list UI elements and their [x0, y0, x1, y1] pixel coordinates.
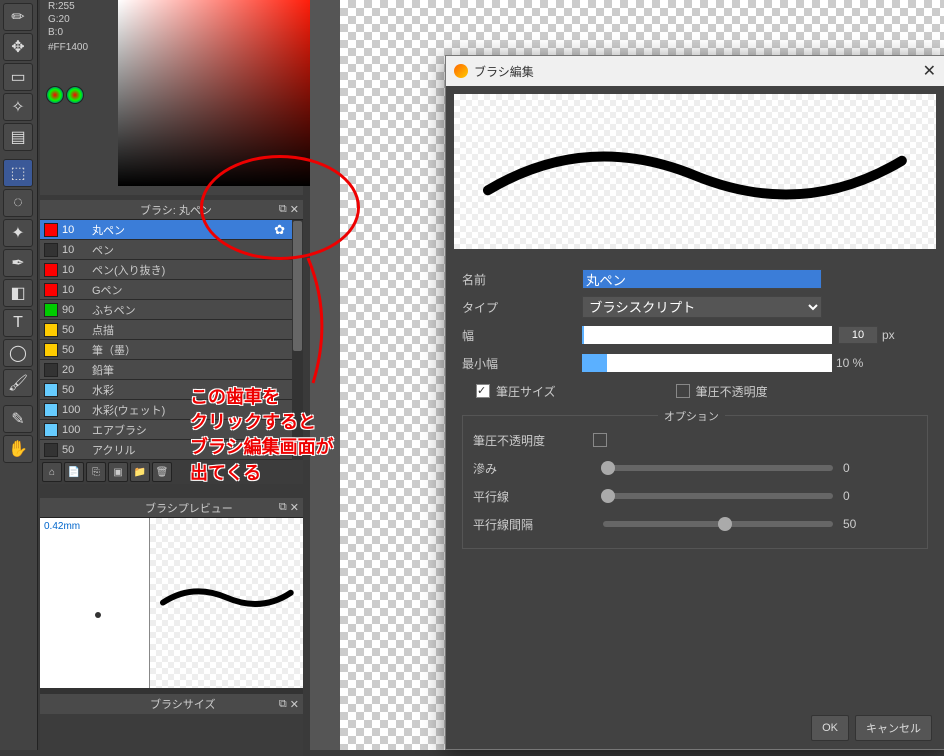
width-unit: px [882, 328, 895, 342]
dialog-titlebar[interactable]: ブラシ編集 ✕ [446, 56, 944, 86]
interval-slider[interactable] [603, 521, 833, 527]
parallel-slider[interactable] [603, 493, 833, 499]
interval-label: 平行線間隔 [473, 516, 593, 533]
move-tool-icon[interactable]: ✥ [3, 33, 33, 61]
name-input[interactable] [582, 269, 822, 289]
brush-list-item[interactable]: 50点描 [40, 320, 303, 340]
popout-icon[interactable]: ⧉ [279, 203, 287, 216]
brush-tool-icon[interactable]: ✏ [3, 3, 33, 31]
rect-tool-icon[interactable]: ▭ [3, 63, 33, 91]
minwidth-label: 最小幅 [462, 355, 582, 372]
ok-button[interactable]: OK [811, 715, 849, 741]
lasso-tool-icon[interactable]: ◌ [3, 189, 33, 217]
minwidth-value: 10 % [836, 356, 863, 370]
opt-pressure-opacity-label: 筆圧不透明度 [473, 432, 593, 449]
brush-list-item[interactable]: 20鉛筆 [40, 360, 303, 380]
hex-readout: #FF1400 [48, 42, 88, 53]
hand-tool-icon[interactable]: ✋ [3, 435, 33, 463]
interval-value: 50 [843, 517, 856, 531]
preview-body: 0.42mm [40, 518, 303, 688]
options-legend: オプション [658, 408, 725, 424]
parallel-value: 0 [843, 489, 850, 503]
preview-dot [95, 612, 101, 618]
gear-icon[interactable]: ✿ [274, 222, 285, 238]
preview-header: ブラシプレビュー ⧉ ✕ [40, 498, 303, 518]
home-icon[interactable]: ⌂ [42, 462, 62, 482]
parallel-label: 平行線 [473, 488, 593, 505]
dialog-close-icon[interactable]: ✕ [923, 61, 936, 81]
popout-icon[interactable]: ⧉ [279, 698, 287, 711]
pressure-opacity-checkbox[interactable] [676, 384, 690, 398]
color-picker[interactable] [118, 0, 318, 186]
eraser-tool-icon[interactable]: ◧ [3, 279, 33, 307]
brush2-tool-icon[interactable]: 🖌 [3, 369, 33, 397]
opt-pressure-opacity-checkbox[interactable] [593, 433, 607, 447]
app-logo-icon [454, 64, 468, 78]
annotation-arrow [298, 258, 348, 388]
annotation-text: この歯車を クリックすると ブラシ編集画面が 出てくる [190, 385, 334, 486]
pressure-size-label: 筆圧サイズ [496, 383, 556, 400]
brush-list-item[interactable]: 10ペン(入り抜き) [40, 260, 303, 280]
group-icon[interactable]: ▣ [108, 462, 128, 482]
cancel-button[interactable]: キャンセル [855, 715, 932, 741]
shape-tool-icon[interactable]: ◯ [3, 339, 33, 367]
width-label: 幅 [462, 327, 582, 344]
brush-panel-header: ブラシ: 丸ペン ⧉ ✕ [40, 200, 303, 220]
brush-size-header: ブラシサイズ ⧉ ✕ [40, 694, 303, 714]
brush-list-item[interactable]: 10ペン [40, 240, 303, 260]
dup-icon[interactable]: ⎘ [86, 462, 106, 482]
rgb-readout: R:255 G:20 B:0 [48, 0, 75, 39]
close-icon[interactable]: ✕ [290, 203, 299, 216]
palette-icon-2[interactable] [66, 86, 84, 104]
tool-toolbar: ✏ ✥ ▭ ✧ ▤ ⬚ ◌ ✦ ✒ ◧ T ◯ 🖌 ✎ ✋ [0, 0, 38, 750]
new-icon[interactable]: 📄 [64, 462, 84, 482]
width-slider[interactable] [582, 326, 832, 344]
pressure-size-checkbox[interactable] [476, 384, 490, 398]
folder-icon[interactable]: 📁 [130, 462, 150, 482]
wand-tool-icon[interactable]: ✦ [3, 219, 33, 247]
bleed-value: 0 [843, 461, 850, 475]
eyedropper-tool-icon[interactable]: ✎ [3, 405, 33, 433]
pressure-opacity-label: 筆圧不透明度 [696, 383, 768, 400]
color-panel: R:255 G:20 B:0 #FF1400 [40, 0, 303, 195]
close-icon[interactable]: ✕ [290, 698, 299, 711]
preview-mm-label: 0.42mm [44, 521, 80, 532]
brush-edit-dialog: ブラシ編集 ✕ 名前 タイプ ブラシスクリプト 幅 10 px 最小幅 10 % [445, 55, 944, 750]
close-icon[interactable]: ✕ [290, 501, 299, 514]
pen-tool-icon[interactable]: ✒ [3, 249, 33, 277]
text-tool-icon[interactable]: T [3, 309, 33, 337]
options-fieldset: オプション 筆圧不透明度 滲み 0 平行線 0 平行線間隔 50 [462, 415, 928, 549]
brush-preview-panel: ブラシプレビュー ⧉ ✕ 0.42mm ブラシサイズ ⧉ ✕ [40, 498, 303, 756]
width-value[interactable]: 10 [838, 326, 878, 344]
select-rect-icon[interactable]: ⬚ [3, 159, 33, 187]
bleed-slider[interactable] [603, 465, 833, 471]
preview-stroke [158, 578, 296, 617]
dialog-brush-preview [454, 94, 936, 249]
type-label: タイプ [462, 299, 582, 316]
magic-tool-icon[interactable]: ✧ [3, 93, 33, 121]
name-label: 名前 [462, 271, 582, 288]
minwidth-slider[interactable] [582, 354, 832, 372]
popout-icon[interactable]: ⧉ [279, 501, 287, 514]
trash-icon[interactable]: 🗑 [152, 462, 172, 482]
bleed-label: 滲み [473, 460, 593, 477]
brush-list-item[interactable]: 90ふちペン [40, 300, 303, 320]
palette-icon[interactable] [46, 86, 64, 104]
brush-list-item[interactable]: 50筆（墨） [40, 340, 303, 360]
brush-list-item[interactable]: 10丸ペン✿ [40, 220, 303, 240]
brush-list-item[interactable]: 10Gペン [40, 280, 303, 300]
gradient-tool-icon[interactable]: ▤ [3, 123, 33, 151]
type-select[interactable]: ブラシスクリプト [582, 296, 822, 318]
